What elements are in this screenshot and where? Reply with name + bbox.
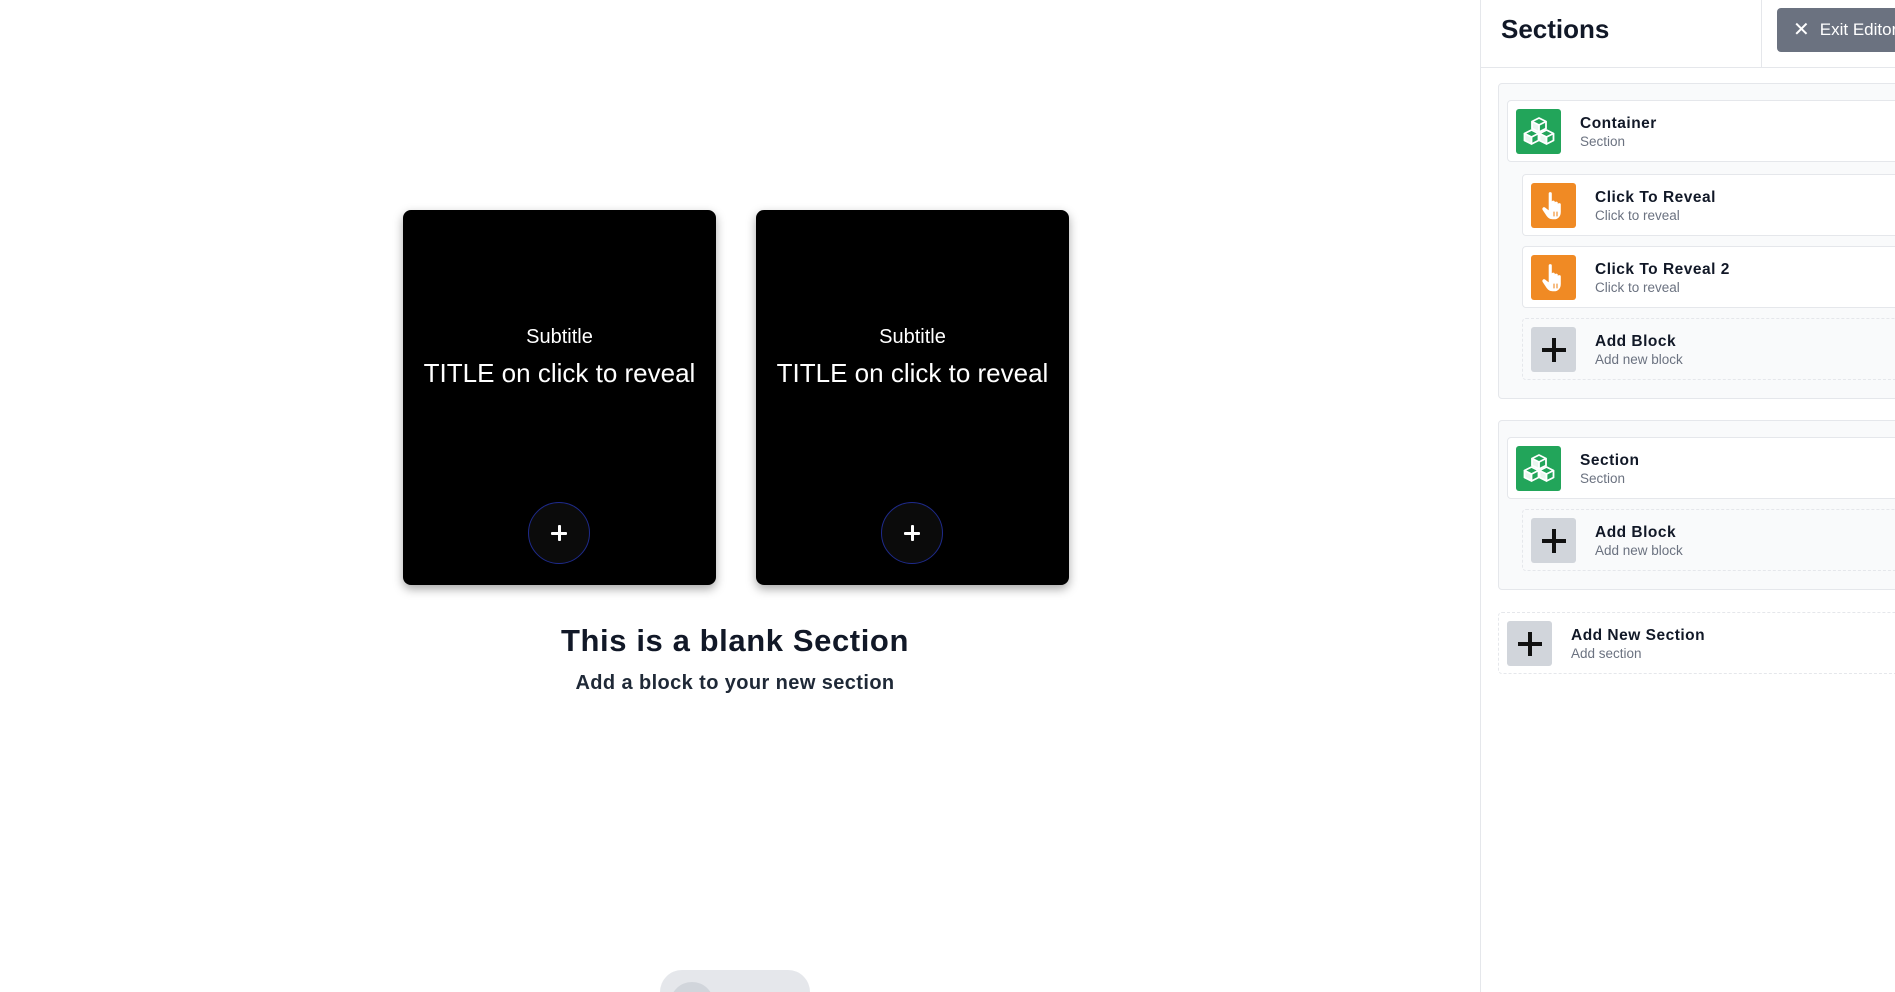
add-block-sub: Add new block — [1595, 352, 1683, 367]
plus-icon — [1531, 327, 1576, 372]
add-block-label: Add Block — [1595, 333, 1677, 350]
block-item-click-to-reveal-2[interactable]: Click To Reveal 2 Click to reveal — [1522, 246, 1895, 308]
hand-pointer-icon — [1531, 255, 1576, 300]
bottom-toggle[interactable] — [660, 970, 810, 992]
blank-section-heading: This is a blank Section — [560, 623, 909, 658]
cubes-icon — [1516, 446, 1561, 491]
section-group-section: Section Section Add Block Add new block — [1498, 420, 1895, 590]
plus-icon — [1507, 621, 1552, 666]
block-item-sub: Click to reveal — [1595, 280, 1680, 295]
add-block-label: Add Block — [1595, 524, 1677, 541]
sidebar-title: Sections — [1501, 14, 1610, 44]
exit-editor-label: Exit Editor — [1819, 20, 1895, 39]
reveal-card-1[interactable]: Subtitle TITLE on click to reveal — [403, 210, 716, 585]
toggle-knob — [670, 982, 714, 992]
add-block-button[interactable]: Add Block Add new block — [1522, 318, 1895, 380]
close-icon: ✕ — [1793, 19, 1810, 41]
cubes-icon — [1516, 109, 1561, 154]
section-item-sub: Section — [1580, 471, 1626, 486]
reveal-cards-row: Subtitle TITLE on click to reveal Subtit… — [403, 210, 1069, 585]
header-divider — [1761, 0, 1762, 68]
add-new-section-label: Add New Section — [1571, 627, 1706, 644]
plus-icon — [1531, 518, 1576, 563]
add-new-section-sub: Add section — [1571, 646, 1642, 661]
sections-sidebar: Sections ✕ Exit Editor Container Section… — [1480, 0, 1895, 992]
sidebar-header: Sections ✕ Exit Editor — [1481, 0, 1895, 68]
reveal-button[interactable] — [881, 502, 943, 564]
section-group-container: Container Section Click To Reveal Click … — [1498, 83, 1895, 399]
card-title: TITLE on click to reveal — [776, 358, 1049, 388]
block-item-click-to-reveal[interactable]: Click To Reveal Click to reveal — [1522, 174, 1895, 236]
blank-section-subheading: Add a block to your new section — [575, 672, 895, 694]
hand-pointer-icon — [1531, 183, 1576, 228]
section-item-sub: Section — [1580, 134, 1626, 149]
add-block-button[interactable]: Add Block Add new block — [1522, 509, 1895, 571]
reveal-card-2[interactable]: Subtitle TITLE on click to reveal — [756, 210, 1069, 585]
block-item-label: Click To Reveal 2 — [1595, 261, 1730, 278]
section-item-label: Container — [1580, 115, 1657, 132]
section-item-label: Section — [1580, 452, 1640, 469]
editor-canvas: Subtitle TITLE on click to reveal Subtit… — [0, 0, 1480, 992]
plus-icon — [551, 525, 567, 541]
card-title: TITLE on click to reveal — [423, 358, 696, 388]
add-block-sub: Add new block — [1595, 543, 1683, 558]
exit-editor-button[interactable]: ✕ Exit Editor — [1777, 8, 1895, 52]
reveal-button[interactable] — [528, 502, 590, 564]
plus-icon — [904, 525, 920, 541]
add-new-section-button[interactable]: Add New Section Add section — [1498, 612, 1895, 674]
section-item-section[interactable]: Section Section — [1507, 437, 1895, 499]
block-item-label: Click To Reveal — [1595, 189, 1716, 206]
card-subtitle: Subtitle — [879, 326, 946, 348]
block-item-sub: Click to reveal — [1595, 208, 1680, 223]
card-subtitle: Subtitle — [526, 326, 593, 348]
section-item-container[interactable]: Container Section — [1507, 100, 1895, 162]
